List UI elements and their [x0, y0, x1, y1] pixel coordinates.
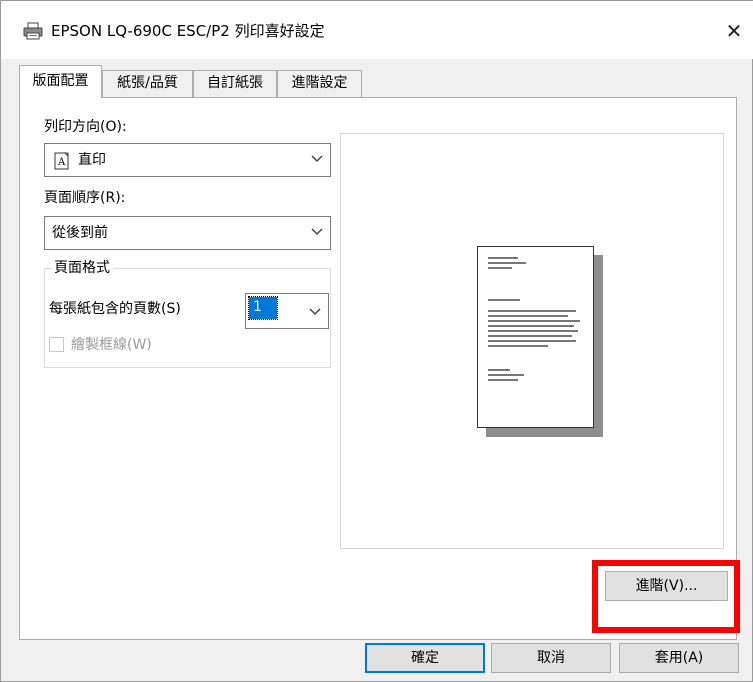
layout-tab-panel: 列印方向(O): A 直印 頁面順序(R): 從後到前 頁面格式 每張紙包含的頁…	[19, 97, 737, 640]
text-line	[488, 310, 576, 312]
layout-preview	[340, 133, 724, 549]
window-title: EPSON LQ-690C ESC/P2 列印喜好設定	[51, 22, 325, 40]
text-line	[488, 320, 580, 322]
text-line	[488, 262, 526, 264]
page-format-title: 頁面格式	[51, 258, 113, 278]
orientation-value: 直印	[78, 152, 106, 168]
tab-paper-quality[interactable]: 紙張/品質	[102, 70, 193, 97]
printing-preferences-dialog: EPSON LQ-690C ESC/P2 列印喜好設定 ✕ 版面配置 紙張/品質…	[0, 0, 753, 682]
page-order-select[interactable]: 從後到前	[44, 216, 331, 250]
text-line	[488, 369, 510, 371]
text-line	[488, 325, 574, 327]
text-line	[488, 335, 572, 337]
page-order-value: 從後到前	[52, 225, 108, 241]
draw-borders-label: 繪製框線(W)	[71, 337, 152, 353]
chevron-down-icon	[311, 228, 323, 235]
orientation-label: 列印方向(O):	[44, 119, 127, 135]
text-line	[488, 374, 524, 376]
page-order-label: 頁面順序(R):	[44, 190, 126, 206]
close-button[interactable]: ✕	[714, 11, 753, 51]
tab-custom-paper[interactable]: 自訂紙張	[193, 70, 277, 97]
tab-layout[interactable]: 版面配置	[19, 65, 102, 98]
chevron-down-icon	[311, 155, 323, 162]
printer-icon	[23, 22, 43, 40]
tab-advanced-settings[interactable]: 進階設定	[277, 70, 362, 97]
draw-borders-checkbox[interactable]	[49, 337, 64, 352]
text-line	[488, 299, 520, 301]
text-line	[488, 267, 512, 269]
text-line	[488, 345, 548, 347]
pages-per-sheet-select[interactable]: 1	[245, 293, 329, 329]
text-line	[488, 379, 518, 381]
text-line	[488, 315, 568, 317]
portrait-icon: A	[54, 152, 69, 170]
pages-per-sheet-label: 每張紙包含的頁數(S)	[49, 301, 181, 317]
ok-button[interactable]: 確定	[365, 643, 485, 673]
highlight-box	[592, 560, 740, 633]
cancel-button[interactable]: 取消	[491, 643, 611, 673]
text-line	[488, 330, 578, 332]
chevron-down-icon	[309, 308, 321, 315]
text-line	[488, 340, 576, 342]
title-bar: EPSON LQ-690C ESC/P2 列印喜好設定 ✕	[1, 1, 753, 59]
apply-button[interactable]: 套用(A)	[619, 643, 739, 673]
text-line	[488, 257, 518, 259]
page-format-group: 頁面格式 每張紙包含的頁數(S) 1 繪製框線(W)	[44, 258, 331, 368]
pages-per-sheet-value: 1	[253, 299, 262, 315]
svg-text:A: A	[57, 157, 66, 168]
page-thumbnail	[477, 246, 594, 428]
orientation-select[interactable]: A 直印	[44, 143, 331, 177]
